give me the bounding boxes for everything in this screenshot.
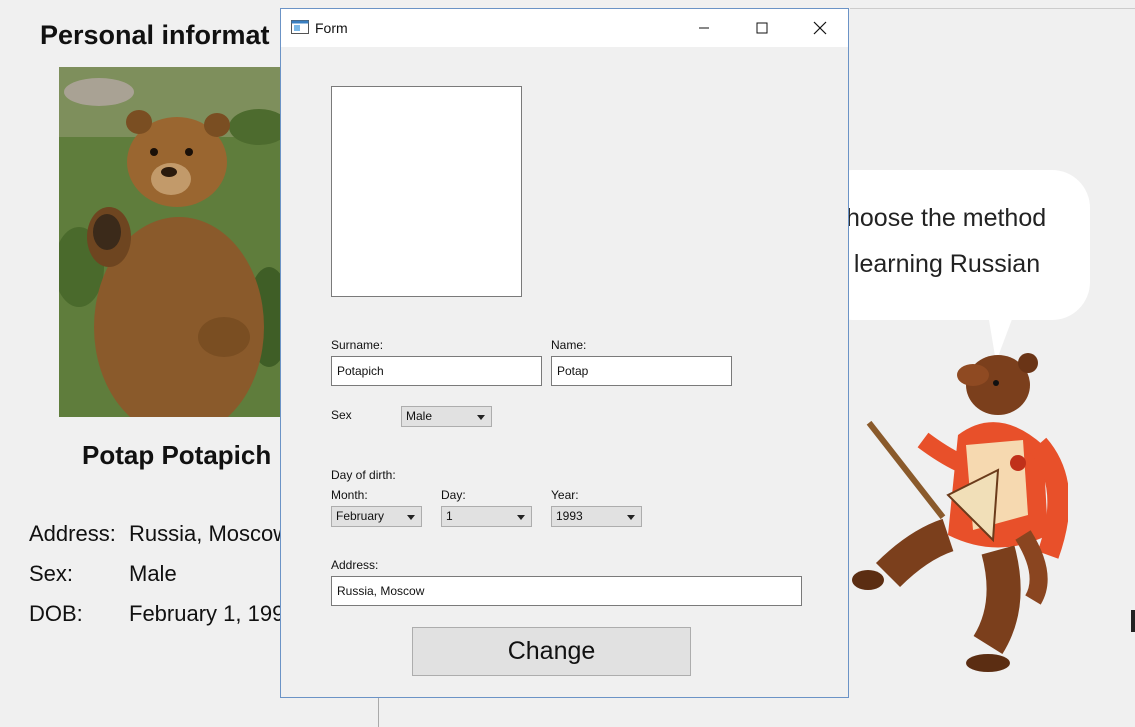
minimize-button[interactable] — [675, 9, 733, 47]
address-input[interactable]: Russia, Moscow — [331, 576, 802, 606]
form-app-icon — [291, 20, 309, 39]
form-window: Form Surname: Potapich Name: Potap Sex M… — [280, 8, 849, 698]
chevron-down-icon — [517, 515, 525, 520]
sex-label: Sex: — [29, 561, 74, 586]
address-label: Address: — [331, 558, 379, 572]
month-dropdown-value: February — [336, 509, 385, 523]
day-dropdown[interactable]: 1 — [441, 506, 532, 527]
change-button[interactable]: Change — [412, 627, 691, 676]
close-icon — [813, 21, 827, 35]
year-dropdown-value: 1993 — [556, 509, 583, 523]
month-label: Month: — [331, 488, 368, 502]
sex-label: Sex — [331, 408, 352, 422]
window-titlebar[interactable]: Form — [281, 9, 848, 47]
divider-line — [850, 8, 1135, 9]
person-name: Potap Potapich — [82, 440, 272, 470]
photo-placeholder[interactable] — [331, 86, 522, 297]
surname-input[interactable]: Potapich — [331, 356, 542, 386]
bubble-text-line-2: f learning Russian — [840, 250, 1041, 278]
year-label: Year: — [551, 488, 579, 502]
dob-label: DOB: — [29, 601, 83, 626]
sex-dropdown[interactable]: Male — [401, 406, 492, 427]
chevron-down-icon — [627, 515, 635, 520]
sex-dropdown-value: Male — [406, 409, 433, 423]
maximize-button[interactable] — [733, 9, 791, 47]
chevron-down-icon — [407, 515, 415, 520]
name-input[interactable]: Potap — [551, 356, 732, 386]
address-label: Address: — [29, 521, 116, 546]
personal-info-heading: Personal informat — [40, 20, 270, 50]
maximize-icon — [756, 22, 768, 34]
address-value: Russia, Moscow — [129, 521, 290, 546]
chevron-down-icon — [477, 415, 485, 420]
close-button[interactable] — [791, 9, 849, 47]
window-title: Form — [315, 20, 348, 36]
scrollbar-edge — [1131, 610, 1135, 632]
speech-bubble — [815, 170, 1090, 320]
dob-heading: Day of dirth: — [331, 468, 396, 482]
dancing-bear-illustration — [848, 345, 1070, 675]
bear-photo — [59, 67, 284, 417]
day-label: Day: — [441, 488, 466, 502]
day-dropdown-value: 1 — [446, 509, 453, 523]
year-dropdown[interactable]: 1993 — [551, 506, 642, 527]
bubble-text-line-1: hoose the method — [846, 204, 1047, 232]
name-label: Name: — [551, 338, 587, 352]
sex-value: Male — [129, 561, 177, 586]
minimize-icon — [699, 27, 709, 29]
surname-label: Surname: — [331, 338, 384, 352]
month-dropdown[interactable]: February — [331, 506, 422, 527]
dob-value: February 1, 199 — [129, 601, 285, 626]
